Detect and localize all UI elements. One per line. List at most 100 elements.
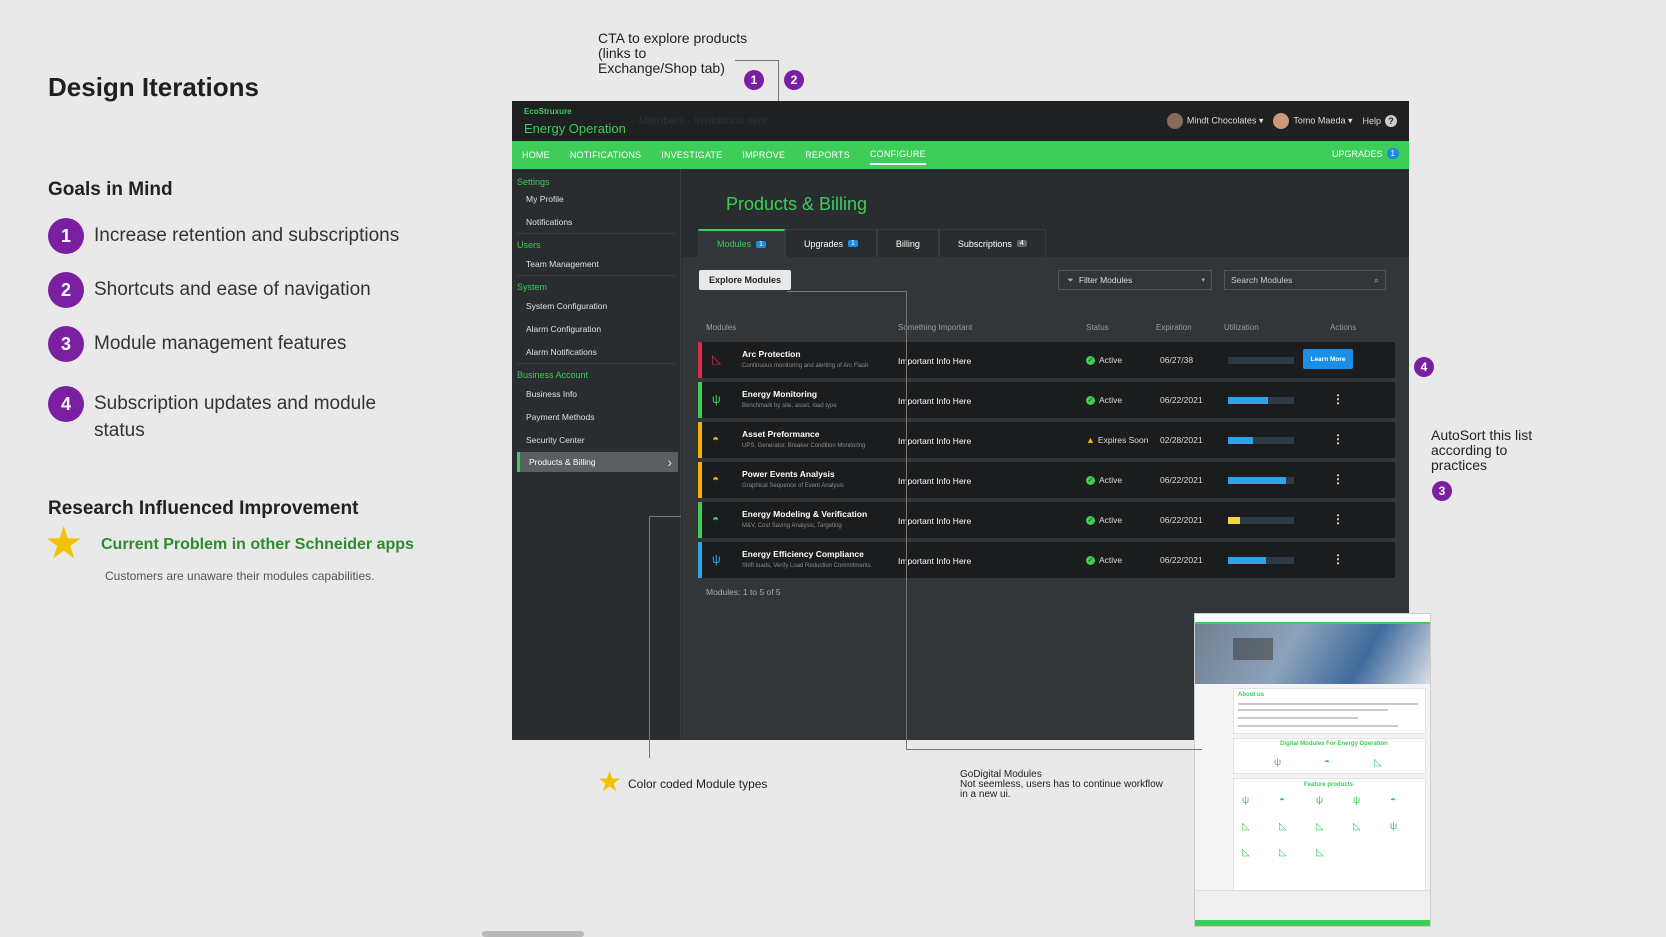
- pin-badge: 1: [744, 70, 764, 90]
- module-name: Arc Protection: [742, 349, 801, 359]
- goal-text: Shortcuts and ease of navigation: [94, 279, 371, 300]
- table-row[interactable]: ◓ Power Events Analysis Graphical Sequence…: [698, 462, 1395, 498]
- main-nav: HOME NOTIFICATIONS INVESTIGATE IMPROVE R…: [512, 141, 1409, 169]
- module-name: Energy Efficiency Compliance: [742, 549, 864, 559]
- more-actions-icon[interactable]: ⋮: [1332, 392, 1344, 406]
- utilization-fill: [1228, 477, 1286, 484]
- goal-item: 1 Increase retention and subscriptions: [48, 218, 448, 254]
- sidebar-item-alarm-configuration[interactable]: Alarm Configuration: [526, 324, 601, 334]
- sidebar-item-security-center[interactable]: Security Center: [526, 435, 585, 445]
- eye-icon: ◓: [1324, 757, 1331, 768]
- nav-home[interactable]: HOME: [522, 146, 550, 164]
- table-row[interactable]: ψ Energy Efficiency Compliance Shift loads…: [698, 542, 1395, 578]
- column-header[interactable]: Something Important: [898, 323, 972, 332]
- more-actions-icon[interactable]: ⋮: [1332, 512, 1344, 526]
- topbar-right: Mindt Chocolates ▾ Tomo Maeda ▾ Help?: [1166, 113, 1397, 129]
- leaf-icon: ψ: [712, 392, 721, 406]
- status-badge: ✓ Active: [1086, 555, 1122, 565]
- godigital-text: Not seemless, users has to continue work…: [960, 779, 1163, 800]
- brand-name[interactable]: Energy Operation: [524, 121, 626, 136]
- user-menu[interactable]: Tomo Maeda ▾: [1273, 113, 1352, 129]
- connector-line: [906, 749, 1202, 750]
- goal-item: 4 Subscription updates and module status: [48, 386, 408, 444]
- goal-item: 3 Module management features: [48, 326, 448, 362]
- sidebar-group-users: Users: [517, 240, 541, 250]
- column-header[interactable]: Expiration: [1156, 323, 1192, 332]
- module-icon: ◺: [1242, 847, 1250, 858]
- sidebar-item-system-configuration[interactable]: System Configuration: [526, 301, 607, 311]
- connector-line: [649, 516, 681, 517]
- user-name: Tomo Maeda: [1293, 115, 1346, 126]
- thumb-about-label: About us: [1238, 692, 1264, 698]
- utilization-bar: [1228, 557, 1294, 564]
- settings-sidebar: Settings My Profile Notifications Users …: [512, 169, 681, 740]
- nav-configure[interactable]: CONFIGURE: [869, 145, 926, 165]
- module-icon: ◓: [1279, 795, 1286, 806]
- horizontal-scrollbar[interactable]: [482, 931, 584, 937]
- check-icon: ✓: [1086, 355, 1095, 365]
- tab-upgrades[interactable]: Upgrades 1: [784, 229, 877, 257]
- more-actions-icon[interactable]: ⋮: [1332, 432, 1344, 446]
- thumb-featured-card: Feature products ψ ◓ ψ ψ ◓ ◺ ◺ ◺ ◺ ψ ◺ ◺ ◺: [1233, 778, 1426, 900]
- connector-line: [787, 291, 907, 292]
- sidebar-item-team-management[interactable]: Team Management: [526, 259, 599, 269]
- goal-text: Subscription updates and module status: [94, 393, 377, 441]
- nav-reports[interactable]: REPORTS: [805, 146, 850, 164]
- module-name: Asset Preformance: [742, 429, 820, 439]
- tab-count-badge: 4: [1016, 240, 1027, 247]
- column-header[interactable]: Status: [1086, 323, 1109, 332]
- help-link[interactable]: Help?: [1362, 115, 1397, 127]
- nav-improve[interactable]: IMPROVE: [742, 146, 785, 164]
- sidebar-item-alarm-notifications[interactable]: Alarm Notifications: [526, 347, 597, 357]
- table-row[interactable]: ψ Energy Monitoring Benchmark by site, ass…: [698, 382, 1395, 418]
- nav-investigate[interactable]: INVESTIGATE: [661, 146, 722, 164]
- expiration-date: 06/22/2021: [1160, 555, 1203, 565]
- more-actions-icon[interactable]: ⋮: [1332, 472, 1344, 486]
- autosort-annotation: AutoSort this list according to practice…: [1431, 427, 1533, 473]
- status-badge: ▲ Expires Soon: [1086, 435, 1148, 445]
- help-label: Help: [1362, 116, 1381, 126]
- filter-modules-select[interactable]: ⏷ Filter Modules ▾: [1058, 270, 1212, 290]
- module-description: Benchmark by site, asset, load type: [742, 403, 837, 409]
- tab-label: Upgrades: [803, 238, 843, 249]
- table-row[interactable]: ◓ Asset Preformance UPS, Generator, Breake…: [698, 422, 1395, 458]
- status-text: Active: [1099, 475, 1123, 485]
- sidebar-divider: [517, 363, 675, 364]
- module-info: Important Info Here: [898, 396, 972, 406]
- tab-subscriptions[interactable]: Subscriptions 4: [938, 229, 1046, 257]
- module-info: Important Info Here: [898, 356, 972, 366]
- column-label: Modules: [706, 323, 737, 332]
- module-icon: ◺: [1279, 821, 1287, 832]
- sidebar-item-business-info[interactable]: Business Info: [526, 389, 577, 399]
- learn-more-button[interactable]: Learn More: [1303, 349, 1353, 369]
- sort-arrow-icon: ↑: [706, 323, 710, 332]
- tab-modules[interactable]: Modules 1: [698, 229, 785, 257]
- sidebar-item-notifications[interactable]: Notifications: [526, 217, 572, 227]
- module-info: Important Info Here: [898, 436, 972, 446]
- column-header[interactable]: Utilization: [1224, 323, 1259, 332]
- godigital-screenshot: About us Digital Modules For Energy Oper…: [1194, 613, 1431, 927]
- expiration-date: 06/22/2021: [1160, 475, 1203, 485]
- sidebar-item-payment-methods[interactable]: Payment Methods: [526, 412, 595, 422]
- table-row[interactable]: ◺ Arc Protection Continuous monitoring and…: [698, 342, 1395, 378]
- sidebar-item-my-profile[interactable]: My Profile: [526, 194, 564, 204]
- table-row[interactable]: ◓ Energy Modeling & Verification M&V, Cost…: [698, 502, 1395, 538]
- star-icon: ★: [44, 519, 84, 568]
- explore-modules-button[interactable]: Explore Modules: [699, 270, 792, 290]
- problem-title: Current Problem in other Schneider apps: [101, 536, 414, 553]
- goal-number: 2: [48, 272, 84, 308]
- utilization-fill: [1228, 437, 1253, 444]
- tab-billing[interactable]: Billing: [876, 229, 939, 257]
- section-title: Products & Billing: [726, 194, 868, 214]
- search-modules-input[interactable]: Search Modules ⌕: [1224, 270, 1386, 290]
- module-icon: ◺: [1242, 821, 1250, 832]
- eye-icon: ◓: [712, 512, 720, 526]
- upgrades-link[interactable]: UPGRADES 1: [1332, 148, 1399, 159]
- nav-notifications[interactable]: NOTIFICATIONS: [570, 146, 641, 164]
- tab-label: Subscriptions: [957, 238, 1012, 249]
- more-actions-icon[interactable]: ⋮: [1332, 552, 1344, 566]
- page-title: Design Iterations: [48, 72, 259, 102]
- sidebar-item-products-billing[interactable]: Products & Billing ›: [517, 452, 678, 472]
- sidebar-group-system: System: [517, 282, 548, 292]
- company-switcher[interactable]: Mindt Chocolates ▾: [1166, 113, 1263, 129]
